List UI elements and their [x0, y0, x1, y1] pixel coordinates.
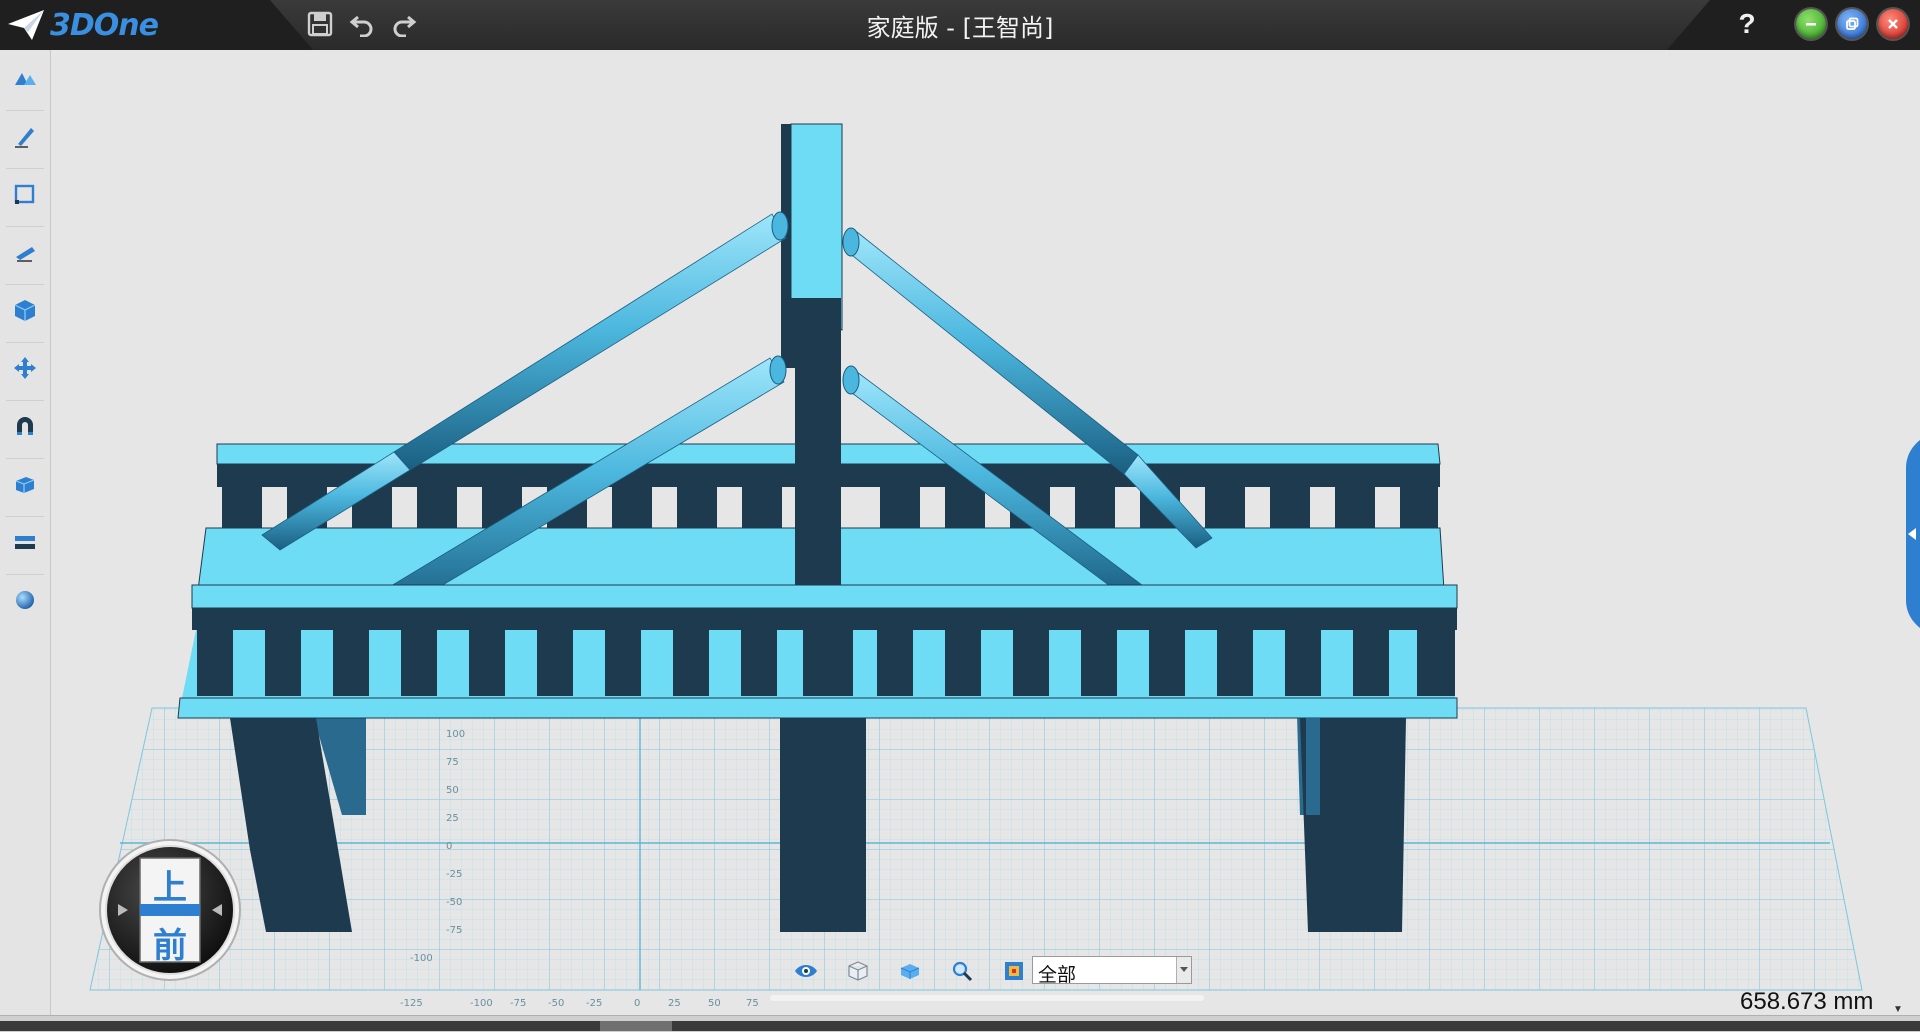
sketch-icon [15, 128, 34, 148]
redo-button[interactable] [387, 7, 421, 41]
grid-y-label: 100 [446, 729, 465, 740]
grid-x-label: -50 [548, 998, 564, 1009]
tool-separator [6, 284, 44, 285]
grid-y-label: -50 [446, 897, 462, 908]
restore-button[interactable] [1837, 9, 1867, 39]
app-logo[interactable]: 3DOne [6, 4, 159, 46]
close-button[interactable] [1878, 9, 1908, 39]
basic-solids-tool[interactable] [6, 58, 44, 98]
base-edit-icon [14, 357, 36, 379]
magnet-icon [17, 417, 33, 435]
grid-x-labels: -125 -100 -75 -50 -25 0 25 50 75 [400, 998, 759, 1009]
restore-icon [1846, 17, 1859, 30]
sketch-tool[interactable] [6, 116, 44, 156]
undo-button[interactable] [345, 7, 379, 41]
tool-separator [6, 574, 44, 575]
redo-icon [393, 15, 417, 37]
view-display-icon [795, 965, 817, 977]
tool-separator [6, 400, 44, 401]
selection-filter-value: 全部 [1038, 964, 1077, 986]
scale-readout: 658.673 mm [1740, 988, 1874, 1015]
grid-x-label: -75 [510, 998, 526, 1009]
grid-x-label: -25 [586, 998, 602, 1009]
combine-edit-icon [15, 477, 35, 493]
render-mode-icon [1005, 962, 1023, 980]
combine-edit-tool[interactable] [6, 464, 44, 504]
view-cube-front-label: 前 [153, 926, 187, 966]
title-bar: 3DOne 家庭版 - [王智尚] ? [0, 0, 1920, 50]
wireframe-view-button[interactable] [832, 956, 884, 986]
sketch-edit-tool[interactable] [6, 174, 44, 214]
right-panel-toggle[interactable] [1896, 440, 1920, 628]
tool-separator [6, 458, 44, 459]
status-strip [0, 1021, 1920, 1031]
grid-x-label: 75 [746, 998, 759, 1009]
front-railing [177, 584, 1458, 719]
wireframe-cube-icon [848, 961, 868, 981]
view-display-button[interactable] [780, 956, 832, 986]
left-toolbar [0, 50, 51, 1015]
panel-tab-graphic [1906, 440, 1920, 628]
logo-text: 3DOne [50, 7, 159, 43]
zoom-button[interactable] [936, 956, 988, 986]
selection-filter-select[interactable]: 全部 [1032, 956, 1192, 986]
paper-plane-icon [8, 10, 44, 40]
grid-x-label: -100 [470, 998, 493, 1009]
status-indicator [600, 1021, 672, 1031]
grid-y-label: -75 [446, 925, 462, 936]
save-button[interactable] [303, 7, 337, 41]
sphere-icon [16, 591, 34, 609]
close-icon [1888, 19, 1898, 29]
grid-x-label: 25 [668, 998, 681, 1009]
help-button[interactable]: ? [1732, 6, 1762, 42]
grid-y-label: 0 [446, 841, 452, 852]
grid-y-label: 25 [446, 813, 459, 824]
zoom-icon [952, 961, 973, 982]
save-icon [307, 11, 333, 37]
window-title: 家庭版 - [王智尚] [866, 14, 1054, 42]
grid-y-label: -25 [446, 869, 462, 880]
grid-x-label: -125 [400, 998, 423, 1009]
magnet-tool[interactable] [6, 406, 44, 446]
tool-separator [6, 168, 44, 169]
model-scene: 100 75 50 25 0 -25 -50 -75 -100 -125 -10… [89, 123, 1863, 1009]
special-feature-tool[interactable] [6, 232, 44, 272]
tool-separator [6, 226, 44, 227]
special-feature-icon [16, 247, 35, 262]
grid-y-label: -100 [410, 953, 433, 964]
basic-solids-icon [15, 73, 36, 85]
grid-x-label: 0 [634, 998, 640, 1009]
tool-separator [6, 516, 44, 517]
view-cube-top-label: 上 [153, 868, 187, 908]
grid-x-label: 50 [708, 998, 721, 1009]
sketch-edit-icon [14, 184, 35, 204]
scale-unit-dropdown-icon[interactable]: ▼ [1893, 1004, 1903, 1015]
shaded-view-button[interactable] [884, 956, 936, 986]
sphere-tool[interactable] [6, 580, 44, 620]
base-edit-tool[interactable] [6, 348, 44, 388]
view-cube[interactable]: 上 前 [98, 838, 242, 982]
grid-y-label: 50 [446, 785, 459, 796]
feature-modeling-icon [14, 300, 36, 321]
chevron-down-icon[interactable] [1176, 957, 1191, 983]
undo-icon [349, 15, 373, 37]
3d-viewport[interactable]: 100 75 50 25 0 -25 -50 -75 -100 -125 -10… [51, 50, 1920, 1015]
minimize-button[interactable] [1796, 9, 1826, 39]
feature-modeling-tool[interactable] [6, 290, 44, 330]
assembly-icon [15, 536, 35, 549]
grid-y-label: 75 [446, 757, 459, 768]
display-toolbar [780, 956, 1040, 986]
tool-separator [6, 342, 44, 343]
shaded-cube-icon [900, 964, 920, 979]
viewport-track [770, 995, 1204, 1001]
minimize-icon [1806, 23, 1816, 26]
tool-separator [6, 110, 44, 111]
assembly-tool[interactable] [6, 522, 44, 562]
